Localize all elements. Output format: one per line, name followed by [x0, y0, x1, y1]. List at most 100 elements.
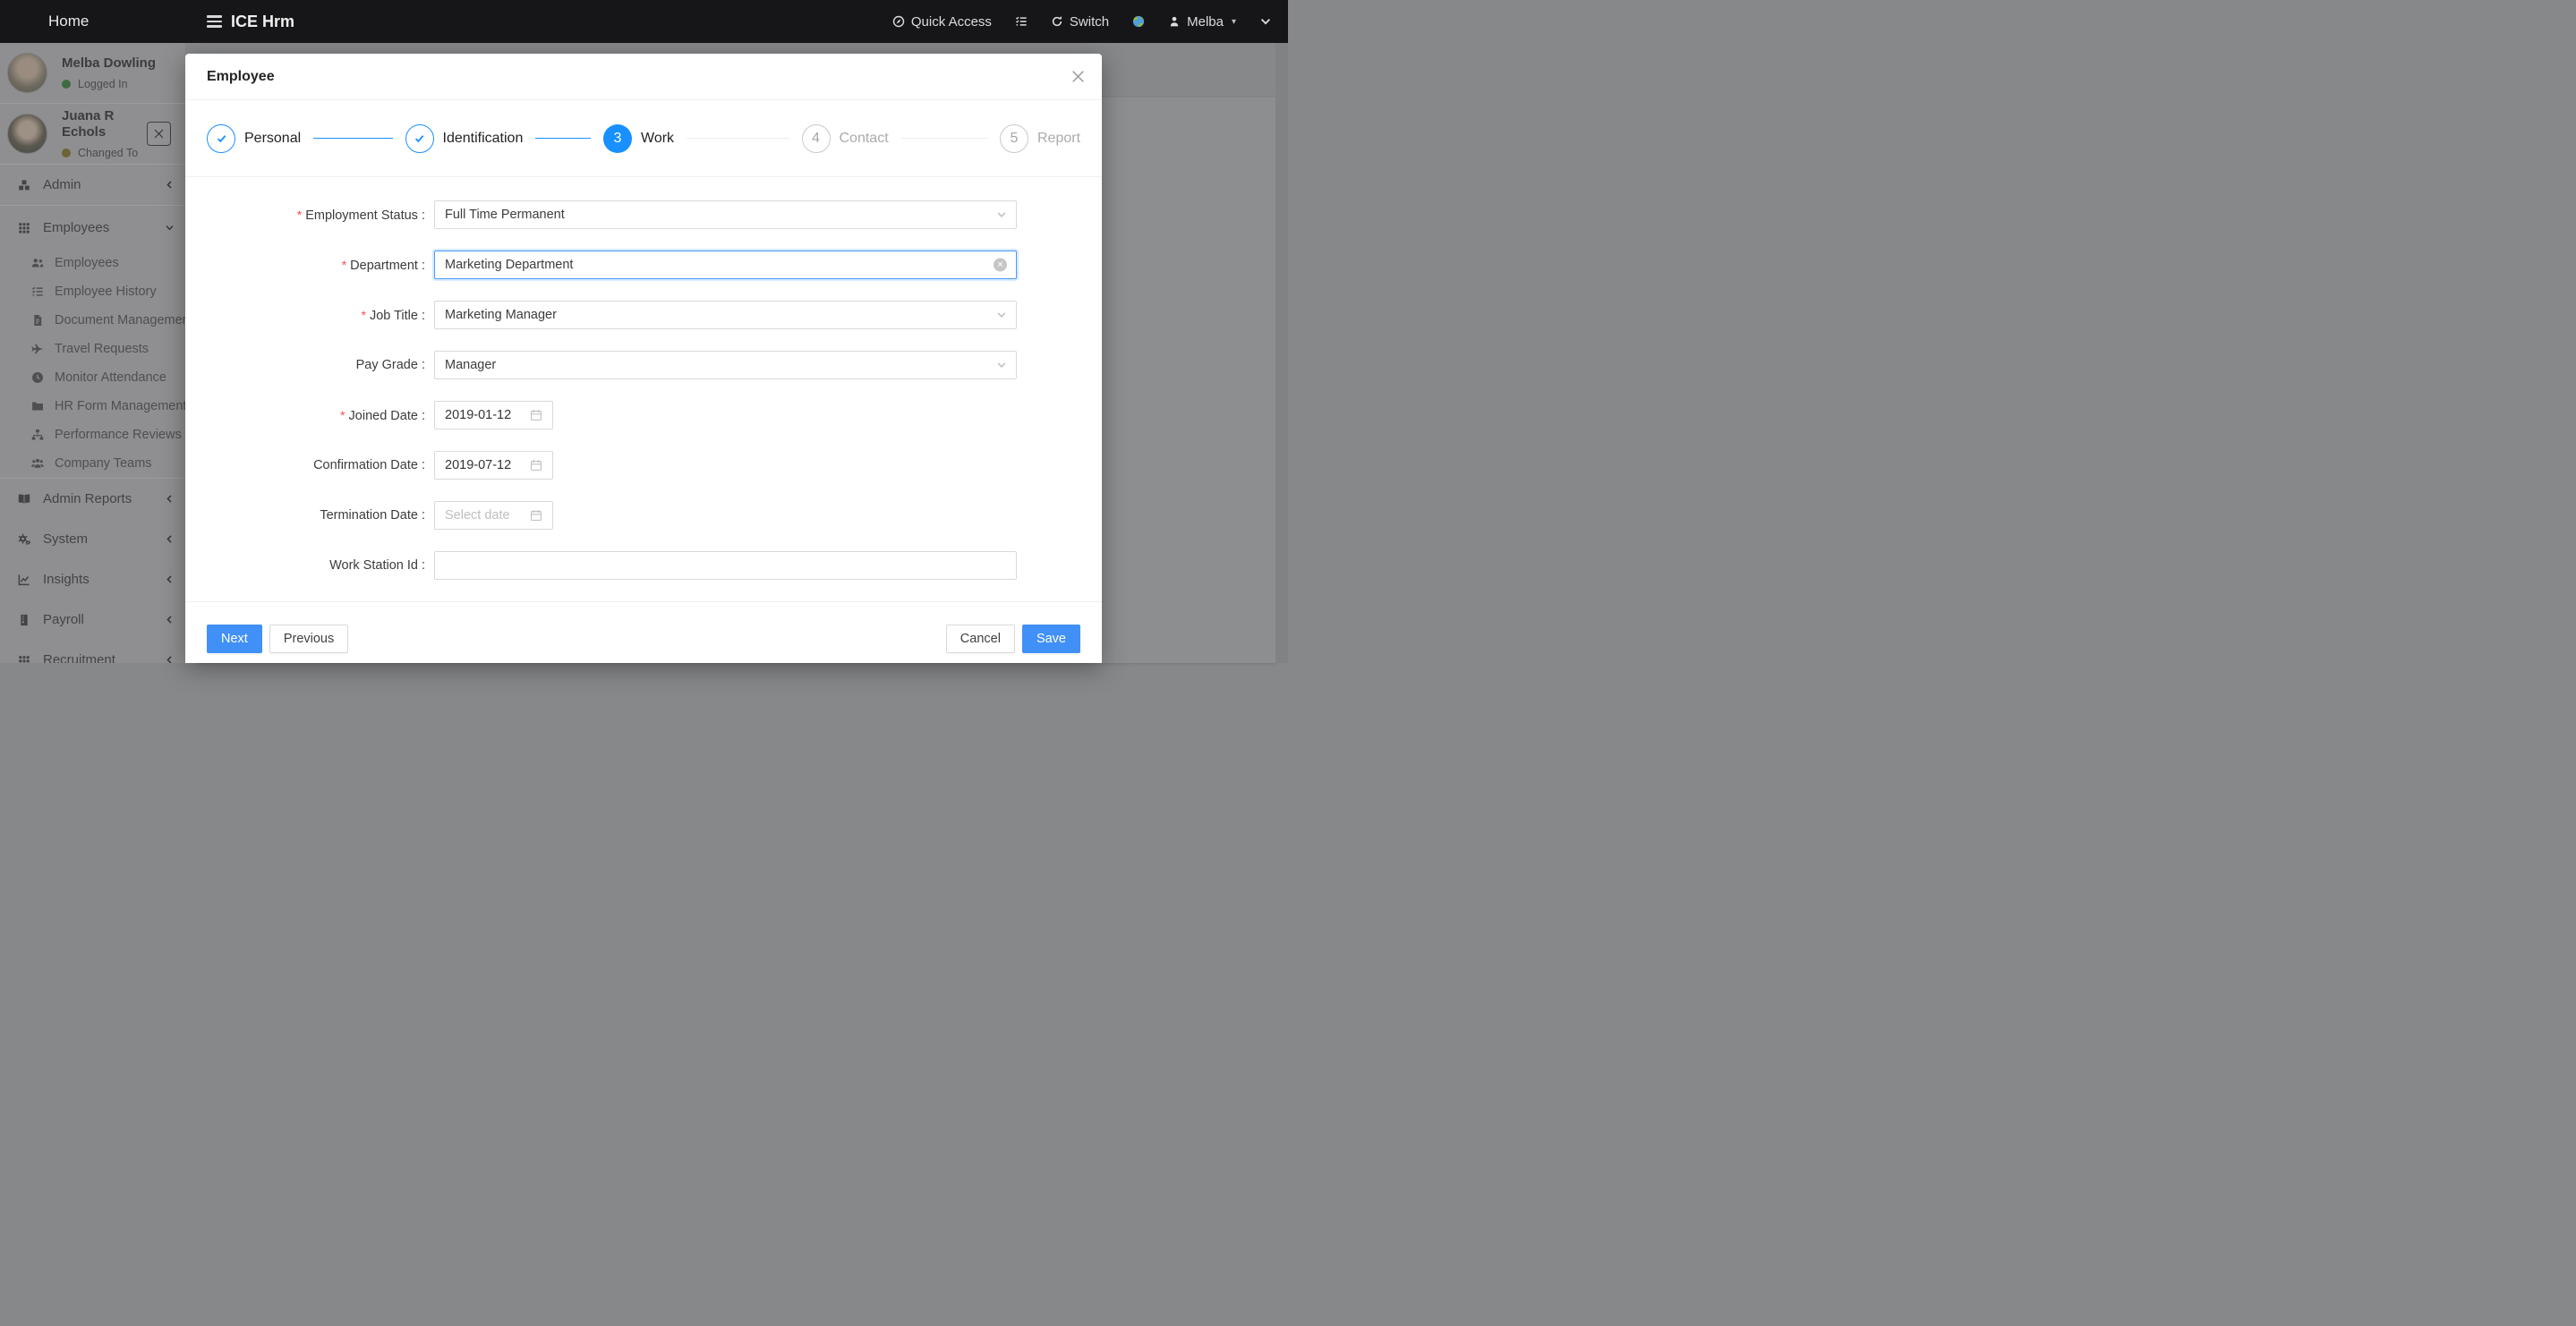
required-asterisk: * — [361, 308, 365, 322]
todo-list-button[interactable] — [1015, 15, 1028, 28]
modal-footer: Next Previous Cancel Save — [185, 601, 1102, 653]
form-row: Work Station Id — [207, 551, 1080, 580]
profile-status: Logged In — [78, 78, 128, 90]
confirmation-date-picker[interactable]: 2019-07-12 — [434, 451, 553, 480]
form-row: Confirmation Date2019-07-12 — [207, 451, 1080, 480]
sidebar-item-label: Payroll — [43, 612, 165, 627]
clear-icon[interactable]: ✕ — [994, 259, 1007, 272]
sidebar-item-employees[interactable]: Employees — [0, 249, 185, 277]
step-label: Identification — [443, 131, 524, 147]
quick-access-button[interactable]: Quick Access — [892, 14, 992, 30]
work-form: *Employment Status Full Time Permanent *De… — [185, 177, 1102, 580]
quick-access-label: Quick Access — [911, 14, 992, 30]
chevron-left-icon — [165, 494, 175, 504]
modal-title: Employee — [207, 69, 275, 85]
wizard-steps: Personal Identification 3Work4Contact5 Repo… — [185, 100, 1102, 177]
previous-button[interactable]: Previous — [269, 625, 348, 653]
grid-icon — [18, 654, 30, 664]
step-report[interactable]: 5 Report — [1000, 124, 1080, 153]
employment-status-select[interactable]: Full Time Permanent — [434, 200, 1017, 229]
sidebar-item-label: Travel Requests — [55, 342, 175, 356]
termination-date-picker[interactable]: Select date — [434, 501, 553, 530]
profile-name: Melba Dowling — [62, 55, 156, 71]
sidebar-item-employees[interactable]: Employees — [0, 206, 185, 249]
close-icon[interactable] — [147, 122, 171, 146]
status-dot — [62, 80, 71, 89]
sidebar-item-label: Performance Reviews — [55, 428, 182, 442]
form-row: Pay Grade Manager — [207, 351, 1080, 379]
report-book-icon — [18, 493, 30, 506]
sidebar: Melba Dowling Logged In Juana R Echols C… — [0, 43, 185, 663]
user-menu[interactable]: Melba ▾ — [1168, 14, 1236, 30]
department-select[interactable]: Marketing Department — [434, 251, 1017, 279]
brand-title[interactable]: ICE Hrm — [231, 13, 294, 31]
payroll-file-icon — [18, 614, 30, 626]
step-connector — [687, 138, 789, 140]
step-number: 5 — [1000, 124, 1028, 153]
sidebar-item-payroll[interactable]: Payroll — [0, 599, 185, 640]
modal-header: Employee — [185, 54, 1102, 100]
step-personal[interactable]: Personal — [207, 124, 405, 153]
collapse-navbar-button[interactable] — [1259, 15, 1272, 28]
save-button[interactable]: Save — [1022, 625, 1080, 653]
sidebar-item-admin[interactable]: Admin — [0, 165, 185, 205]
profile-card[interactable]: Juana R Echols Changed To — [0, 104, 185, 164]
profile-card[interactable]: Melba Dowling Logged In — [0, 43, 185, 103]
close-icon[interactable] — [1070, 69, 1086, 84]
sidebar-item-system[interactable]: System — [0, 519, 185, 559]
chevron-down-icon — [1259, 15, 1272, 28]
step-connector — [535, 138, 591, 140]
field-label: *Employment Status — [207, 208, 425, 223]
caret-down-icon: ▾ — [1232, 17, 1236, 27]
select-value: Marketing Department — [445, 258, 573, 272]
user-friends-icon — [31, 257, 44, 269]
chevron-down-icon — [165, 223, 175, 233]
nav-home-link[interactable]: Home — [0, 13, 185, 30]
sitemap-icon — [31, 429, 44, 441]
switch-button[interactable]: Switch — [1051, 14, 1109, 30]
sidebar-item-monitor-attendance[interactable]: Monitor Attendance — [0, 363, 185, 392]
work-station-id-input-field[interactable] — [445, 557, 1006, 574]
step-label: Report — [1037, 131, 1080, 147]
field-label: Pay Grade — [207, 358, 425, 372]
joined-date-picker[interactable]: 2019-01-12 — [434, 401, 553, 429]
step-identification[interactable]: Identification — [405, 124, 604, 153]
top-navbar: Home ICE Hrm Quick Access Switch Melba ▾ — [0, 0, 1288, 43]
step-work[interactable]: 3Work — [603, 124, 802, 153]
step-label: Work — [641, 131, 674, 147]
sidebar-item-employee-history[interactable]: Employee History — [0, 277, 185, 306]
field-label: Termination Date — [207, 508, 425, 523]
field-label: *Department — [207, 258, 425, 273]
page-scroll-area — [1275, 43, 1288, 663]
work-station-id-input[interactable] — [434, 551, 1017, 580]
sidebar-item-document-management[interactable]: Document Management — [0, 306, 185, 335]
sidebar-item-performance-reviews[interactable]: Performance Reviews — [0, 421, 185, 449]
step-connector — [901, 138, 987, 140]
select-arrow-icon — [996, 310, 1007, 320]
job-title-select[interactable]: Marketing Manager — [434, 301, 1017, 329]
field-label: *Joined Date — [207, 408, 425, 423]
team-icon — [31, 457, 44, 470]
language-button[interactable] — [1132, 15, 1145, 28]
required-asterisk: * — [342, 258, 346, 272]
next-button[interactable]: Next — [207, 625, 262, 653]
compass-icon — [892, 15, 905, 28]
check-icon — [207, 124, 235, 153]
sidebar-item-recruitment[interactable]: Recruitment — [0, 640, 185, 663]
sidebar-item-hr-form-management[interactable]: HR Form Management — [0, 392, 185, 421]
sidebar-item-company-teams[interactable]: Company Teams — [0, 449, 185, 478]
chevron-left-icon — [165, 534, 175, 544]
sidebar-item-insights[interactable]: Insights — [0, 559, 185, 599]
sidebar-item-admin-reports[interactable]: Admin Reports — [0, 479, 185, 519]
globe-icon — [1132, 15, 1145, 28]
chevron-left-icon — [165, 180, 175, 190]
profile-status: Changed To — [78, 147, 138, 159]
sidebar-item-travel-requests[interactable]: Travel Requests — [0, 335, 185, 363]
step-contact[interactable]: 4Contact — [802, 124, 1001, 153]
pay-grade-select[interactable]: Manager — [434, 351, 1017, 379]
employee-modal: Employee Personal Identification 3Work4Con… — [185, 54, 1102, 663]
cancel-button[interactable]: Cancel — [946, 625, 1015, 653]
calendar-icon — [530, 459, 542, 472]
hamburger-icon[interactable] — [207, 13, 222, 30]
required-asterisk: * — [340, 408, 345, 422]
